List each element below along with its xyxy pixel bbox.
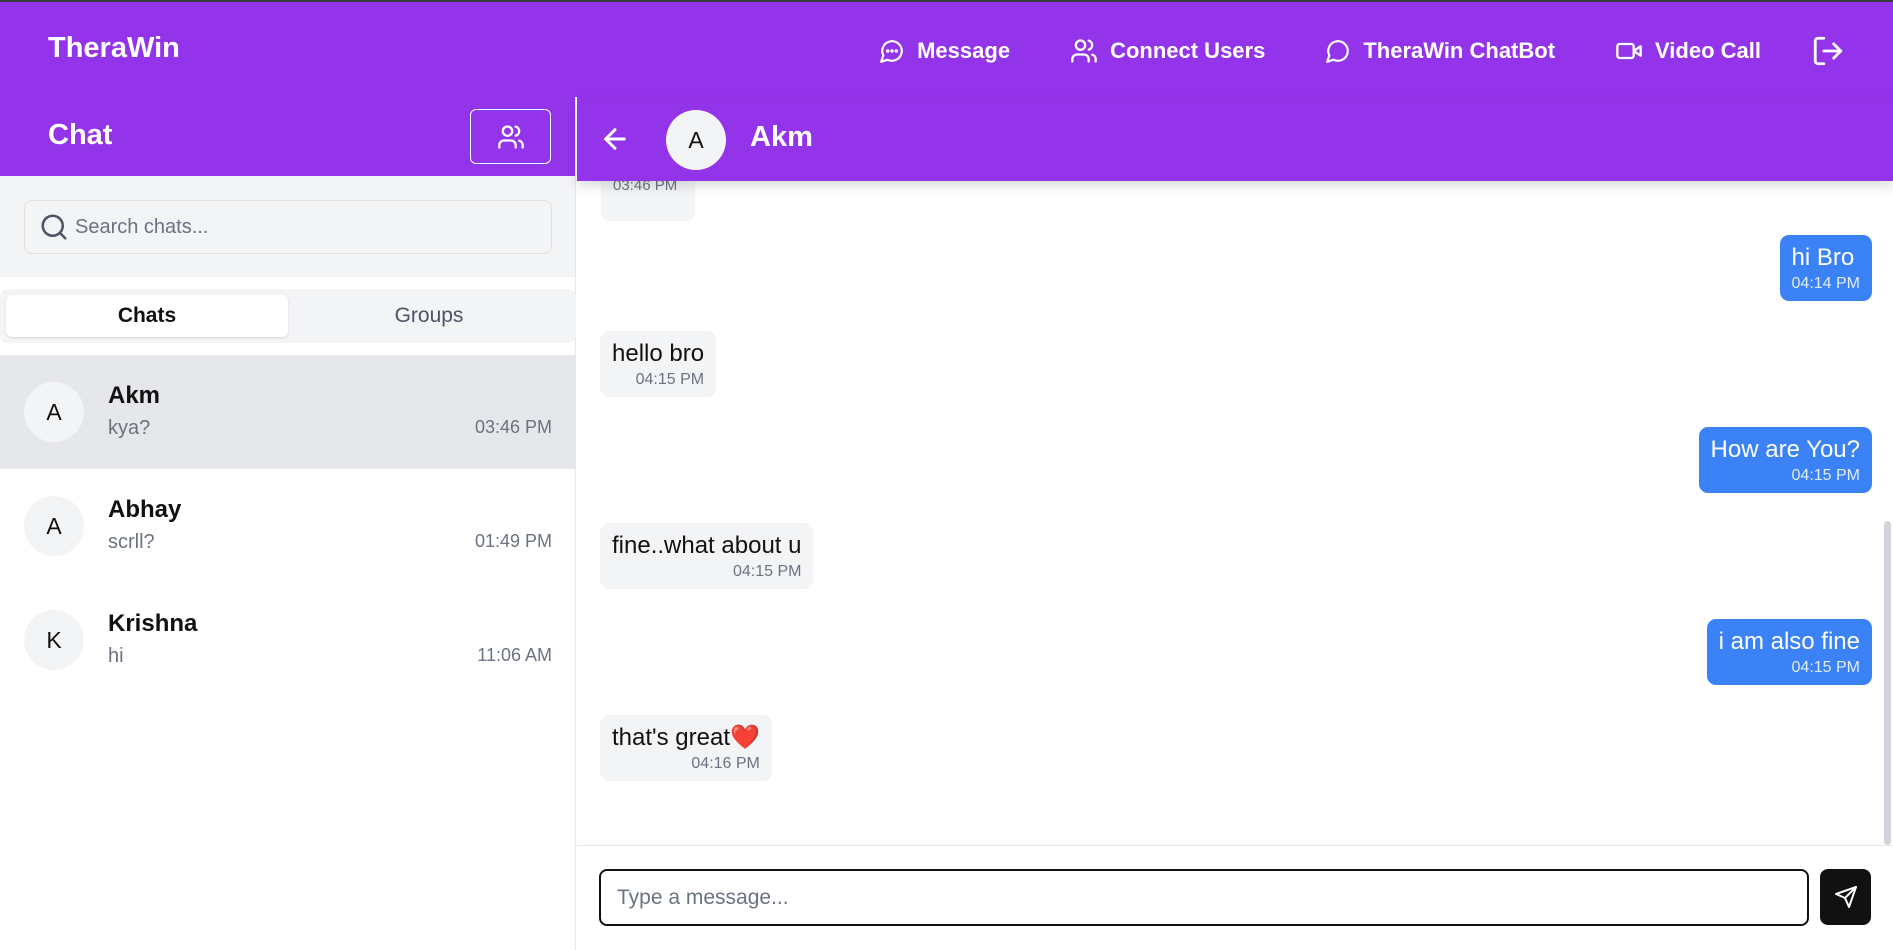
sidebar-title: Chat: [48, 119, 113, 151]
search-input[interactable]: [75, 215, 535, 239]
sidebar-header: Chat: [0, 97, 575, 176]
message-time: 04:15 PM: [1791, 659, 1860, 676]
conversation-panel: A Akm 03:46 PM hi Bro 04:14 PM hello bro…: [577, 97, 1893, 950]
nav-chatbot[interactable]: TheraWin ChatBot: [1325, 38, 1555, 64]
message-time: 04:15 PM: [732, 563, 802, 580]
chat-time: 11:06 AM: [477, 645, 552, 665]
top-navbar: TheraWin Message Connect Users TheraWin …: [0, 0, 1893, 97]
search-icon: [41, 214, 67, 240]
chat-last-message: kya?: [108, 417, 151, 439]
message-text: i am also fine: [1718, 628, 1860, 655]
message-time: 04:15 PM: [1791, 467, 1860, 484]
message-time: 04:16 PM: [691, 755, 760, 772]
nav-message-label: Message: [917, 37, 1011, 63]
message-composer: [577, 845, 1893, 950]
message-bubble-received: fine..what about u 04:15 PM: [600, 523, 814, 589]
message-text: hi Bro: [1791, 244, 1855, 271]
message-text: How are You?: [1710, 436, 1860, 463]
message-icon: [880, 39, 903, 63]
contact-avatar: A: [666, 110, 726, 170]
message-bubble-received: that's great❤️ 04:16 PM: [600, 715, 772, 781]
chat-item-akm[interactable]: A Akm kya? 03:46 PM: [0, 355, 576, 469]
message-list[interactable]: 03:46 PM hi Bro 04:14 PM hello bro 04:15…: [577, 181, 1893, 845]
logout-icon: [1813, 36, 1843, 65]
avatar: K: [24, 610, 84, 670]
partial-message: 03:46 PM: [601, 181, 695, 221]
search-box: [24, 200, 552, 254]
message-input[interactable]: [599, 869, 1809, 926]
chat-name: Akm: [108, 382, 161, 409]
chat-last-message: scrll?: [108, 531, 155, 553]
new-group-button[interactable]: [470, 109, 551, 164]
chat-time: 03:46 PM: [474, 417, 552, 437]
message-time: 04:15 PM: [635, 371, 705, 388]
video-camera-icon: [1616, 42, 1642, 59]
chat-name: Krishna: [108, 610, 198, 637]
message-scrollbar[interactable]: [1884, 521, 1891, 845]
chat-item-abhay[interactable]: A Abhay scrll? 01:49 PM: [0, 469, 576, 583]
nav-connect-users[interactable]: Connect Users: [1070, 37, 1265, 65]
chat-sidebar: Chat Chats Groups A Akm kya? 03:46 PM A …: [0, 97, 576, 950]
logout-button[interactable]: [1811, 34, 1845, 68]
message-bubble-sent: i am also fine 04:15 PM: [1706, 619, 1872, 685]
contact-name: Akm: [750, 121, 813, 153]
users-icon: [497, 124, 524, 149]
message-bubble-sent: hi Bro 04:14 PM: [1779, 235, 1872, 301]
users-icon: [1071, 38, 1097, 63]
chat-time: 01:49 PM: [474, 531, 552, 551]
message-text: that's great❤️: [612, 724, 760, 751]
avatar: A: [24, 382, 84, 442]
message-time: 04:14 PM: [1791, 275, 1860, 292]
nav-video-call[interactable]: Video Call: [1615, 37, 1761, 65]
main-nav: Message Connect Users TheraWin ChatBot V…: [879, 2, 1893, 99]
nav-video-call-label: Video Call: [1655, 37, 1761, 63]
nav-connect-users-label: Connect Users: [1110, 37, 1266, 63]
chat-list: A Akm kya? 03:46 PM A Abhay scrll? 01:49…: [0, 355, 576, 697]
chat-bubble-icon: [1326, 39, 1350, 63]
tab-groups[interactable]: Groups: [288, 295, 570, 337]
message-bubble-received: hello bro 04:15 PM: [600, 331, 717, 397]
nav-message[interactable]: Message: [879, 38, 1010, 64]
brand-logo[interactable]: TheraWin: [48, 32, 180, 65]
back-button[interactable]: [599, 123, 631, 160]
chat-item-krishna[interactable]: K Krishna hi 11:06 AM: [0, 583, 576, 697]
chat-last-message: hi: [108, 645, 124, 667]
conversation-header: A Akm: [577, 97, 1893, 181]
tab-chats[interactable]: Chats: [6, 295, 288, 337]
avatar: A: [24, 496, 84, 556]
arrow-left-icon: [604, 128, 626, 150]
send-icon: [1834, 886, 1857, 908]
chat-tabs: Chats Groups: [0, 289, 576, 343]
message-text: fine..what about u: [612, 532, 802, 559]
chat-name: Abhay: [108, 496, 182, 523]
message-text: hello bro: [612, 340, 705, 367]
nav-chatbot-label: TheraWin ChatBot: [1363, 37, 1556, 63]
message-bubble-sent: How are You? 04:15 PM: [1698, 427, 1872, 493]
send-button[interactable]: [1820, 869, 1871, 925]
search-area: [0, 176, 575, 277]
